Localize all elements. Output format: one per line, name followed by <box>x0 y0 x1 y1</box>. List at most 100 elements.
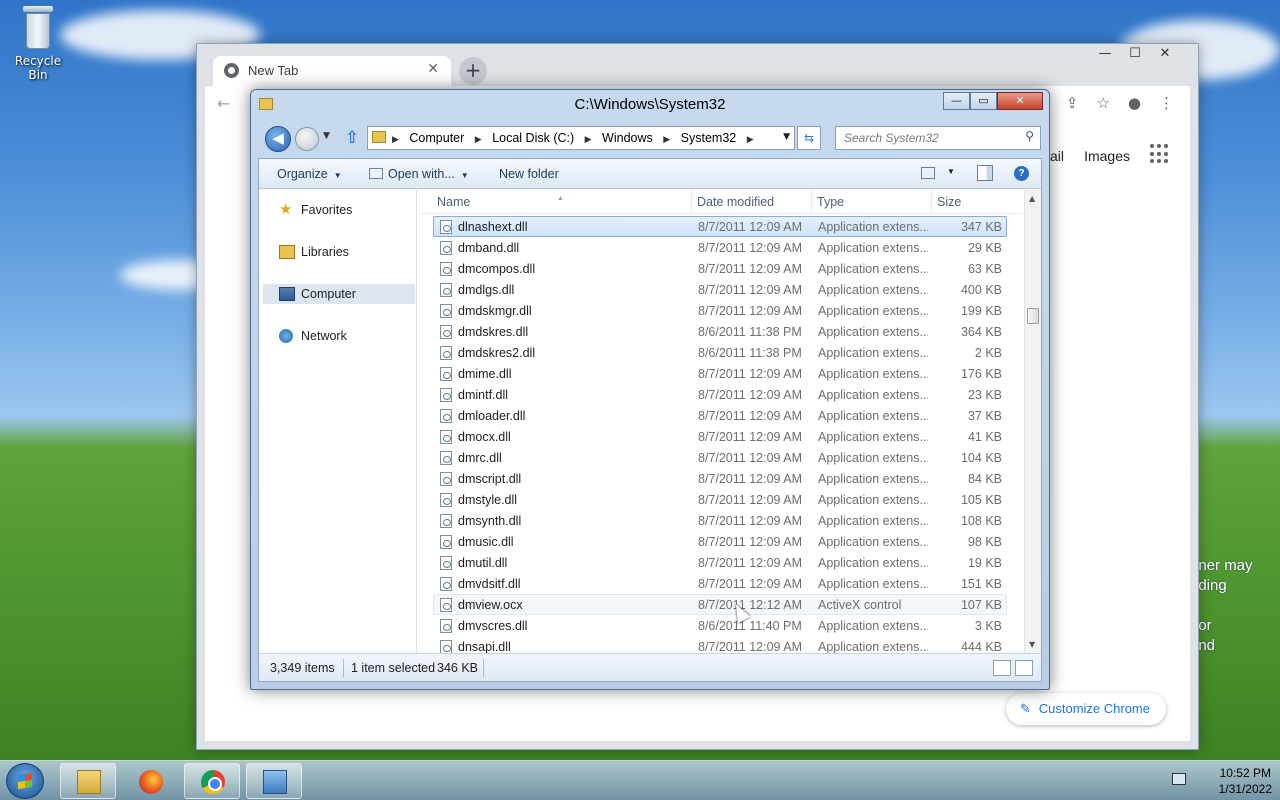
table-row[interactable]: dmdskmgr.dll 8/7/2011 12:09 AM Application… <box>433 300 1007 321</box>
table-row[interactable]: dmime.dll 8/7/2011 12:09 AM Application ex… <box>433 363 1007 384</box>
breadcrumb-separator[interactable]: ▶ <box>475 134 482 144</box>
new-tab-button[interactable]: + <box>459 57 487 85</box>
recent-pages-dropdown-icon[interactable]: ▼ <box>323 131 330 141</box>
new-folder-button[interactable]: New folder <box>499 167 559 181</box>
recycle-bin-shortcut[interactable]: Recycle Bin <box>4 6 72 82</box>
open-with-button[interactable]: Open with... ▼ <box>369 167 469 181</box>
breadcrumb-system32[interactable]: System32 <box>681 131 737 145</box>
column-divider[interactable] <box>691 190 692 214</box>
system-clock[interactable]: 10:52 PM 1/31/2022 <box>1219 765 1272 797</box>
table-row[interactable]: dmdlgs.dll 8/7/2011 12:09 AM Application e… <box>433 279 1007 300</box>
breadcrumb-separator[interactable]: ▶ <box>747 134 754 144</box>
tab-close-icon[interactable]: ✕ <box>427 61 439 77</box>
taskbar-firefox[interactable] <box>122 763 178 799</box>
network-tray-icon[interactable] <box>1172 773 1186 785</box>
breadcrumb-local-disk[interactable]: Local Disk (C:) <box>492 131 574 145</box>
breadcrumb-separator[interactable]: ▶ <box>585 134 592 144</box>
table-row[interactable]: dmscript.dll 8/7/2011 12:09 AM Application… <box>433 468 1007 489</box>
nav-item-network[interactable]: Network <box>263 326 415 346</box>
column-size[interactable]: Size <box>937 195 961 209</box>
up-arrow-icon[interactable]: ⇧ <box>345 128 359 148</box>
scrollbar-thumb[interactable] <box>1027 308 1039 324</box>
google-apps-icon[interactable] <box>1150 144 1170 164</box>
column-type[interactable]: Type <box>817 195 844 209</box>
table-row[interactable]: dmusic.dll 8/7/2011 12:09 AM Application e… <box>433 531 1007 552</box>
close-button[interactable]: ✕ <box>997 92 1043 110</box>
tab-new-tab[interactable]: New Tab ✕ <box>213 56 451 86</box>
view-options-dropdown-icon[interactable]: ▼ <box>947 167 955 176</box>
minimize-button[interactable]: — <box>943 92 970 110</box>
file-date: 8/7/2011 12:09 AM <box>698 640 803 653</box>
change-view-icon[interactable] <box>921 167 935 179</box>
file-name: dmocx.dll <box>458 430 511 444</box>
table-row[interactable]: dmintf.dll 8/7/2011 12:09 AM Application e… <box>433 384 1007 405</box>
profile-icon[interactable]: ● <box>1128 94 1141 112</box>
help-icon[interactable]: ? <box>1014 166 1029 181</box>
taskbar-control-panel[interactable] <box>246 763 302 799</box>
preview-pane-icon[interactable] <box>977 165 993 181</box>
search-input[interactable]: Search System32 ⚲ <box>835 126 1041 150</box>
address-dropdown-icon[interactable]: ▼ <box>783 132 790 142</box>
close-button[interactable]: ✕ <box>1150 46 1180 61</box>
file-type: Application extens... <box>818 619 928 633</box>
search-icon[interactable]: ⚲ <box>1025 129 1034 143</box>
window-title: C:\Windows\System32 <box>574 96 726 113</box>
back-arrow-icon[interactable]: ← <box>217 94 230 113</box>
column-name[interactable]: Name <box>437 195 470 209</box>
table-row[interactable]: dmloader.dll 8/7/2011 12:09 AM Application… <box>433 405 1007 426</box>
table-row[interactable]: dmvscres.dll 8/6/2011 11:40 PM Application… <box>433 615 1007 636</box>
file-size: 23 KB <box>967 388 1002 402</box>
file-date: 8/6/2011 11:40 PM <box>698 619 802 633</box>
table-row[interactable]: dmsynth.dll 8/7/2011 12:09 AM Application … <box>433 510 1007 531</box>
table-row[interactable]: dlnashext.dll 8/7/2011 12:09 AM Applicatio… <box>433 216 1007 237</box>
breadcrumb-windows[interactable]: Windows <box>602 131 653 145</box>
table-row[interactable]: dmrc.dll 8/7/2011 12:09 AM Application ext… <box>433 447 1007 468</box>
table-row[interactable]: dmocx.dll 8/7/2011 12:09 AM Application ex… <box>433 426 1007 447</box>
scroll-up-icon[interactable]: ▲ <box>1029 194 1035 203</box>
table-row[interactable]: dmvdsitf.dll 8/7/2011 12:09 AM Application… <box>433 573 1007 594</box>
file-name: dnsapi.dll <box>458 640 511 653</box>
table-row[interactable]: dmcompos.dll 8/7/2011 12:09 AM Application… <box>433 258 1007 279</box>
breadcrumb-separator[interactable]: ▶ <box>392 134 399 144</box>
table-row[interactable]: dmstyle.dll 8/7/2011 12:09 AM Application … <box>433 489 1007 510</box>
taskbar-explorer[interactable] <box>60 763 116 799</box>
column-divider[interactable] <box>931 190 932 214</box>
gmail-link[interactable]: ail <box>1050 148 1064 164</box>
table-row[interactable]: dmview.ocx 8/7/2011 12:12 AM ActiveX contr… <box>433 594 1007 615</box>
maximize-button[interactable]: ☐ <box>1120 46 1150 61</box>
minimize-button[interactable]: — <box>1090 46 1120 61</box>
breadcrumb-computer[interactable]: Computer <box>409 131 464 145</box>
images-link[interactable]: Images <box>1084 148 1130 164</box>
file-list: ▲ Name Date modified Type Size dlnashext… <box>419 190 1023 653</box>
organize-button[interactable]: Organize ▼ <box>277 167 342 181</box>
scroll-down-icon[interactable]: ▼ <box>1029 640 1035 649</box>
nav-item-computer[interactable]: Computer <box>263 284 415 304</box>
menu-dots-icon[interactable]: ⋮ <box>1159 94 1174 112</box>
column-date-modified[interactable]: Date modified <box>697 195 774 209</box>
back-button[interactable]: ◀ <box>265 126 291 152</box>
organize-label: Organize <box>277 167 328 181</box>
table-row[interactable]: dmdskres.dll 8/6/2011 11:38 PM Application… <box>433 321 1007 342</box>
large-icons-view-icon[interactable] <box>1015 660 1033 676</box>
nav-item-libraries[interactable]: Libraries <box>263 242 415 262</box>
vertical-scrollbar[interactable]: ▲ ▼ <box>1024 190 1041 653</box>
table-row[interactable]: dmband.dll 8/7/2011 12:09 AM Application e… <box>433 237 1007 258</box>
nav-item-favorites[interactable]: ★ Favorites <box>263 200 415 220</box>
column-divider[interactable] <box>811 190 812 214</box>
taskbar-chrome[interactable] <box>184 763 240 799</box>
refresh-icon[interactable]: ⇆ <box>797 126 821 150</box>
share-icon[interactable]: ⇪ <box>1066 94 1079 112</box>
details-view-icon[interactable] <box>993 660 1011 676</box>
computer-icon <box>279 287 295 301</box>
start-button[interactable] <box>6 763 44 799</box>
table-row[interactable]: dmdskres2.dll 8/6/2011 11:38 PM Applicatio… <box>433 342 1007 363</box>
bookmark-star-icon[interactable]: ☆ <box>1096 94 1109 112</box>
customize-chrome-button[interactable]: ✎ Customize Chrome <box>1005 693 1166 725</box>
forward-button[interactable] <box>295 127 319 151</box>
table-row[interactable]: dmutil.dll 8/7/2011 12:09 AM Application e… <box>433 552 1007 573</box>
file-date: 8/7/2011 12:09 AM <box>698 577 803 591</box>
maximize-button[interactable]: ▭ <box>970 92 997 110</box>
table-row[interactable]: dnsapi.dll 8/7/2011 12:09 AM Application e… <box>433 636 1007 653</box>
address-bar[interactable]: ▶ Computer ▶ Local Disk (C:) ▶ Windows ▶… <box>367 126 795 150</box>
breadcrumb-separator[interactable]: ▶ <box>663 134 670 144</box>
